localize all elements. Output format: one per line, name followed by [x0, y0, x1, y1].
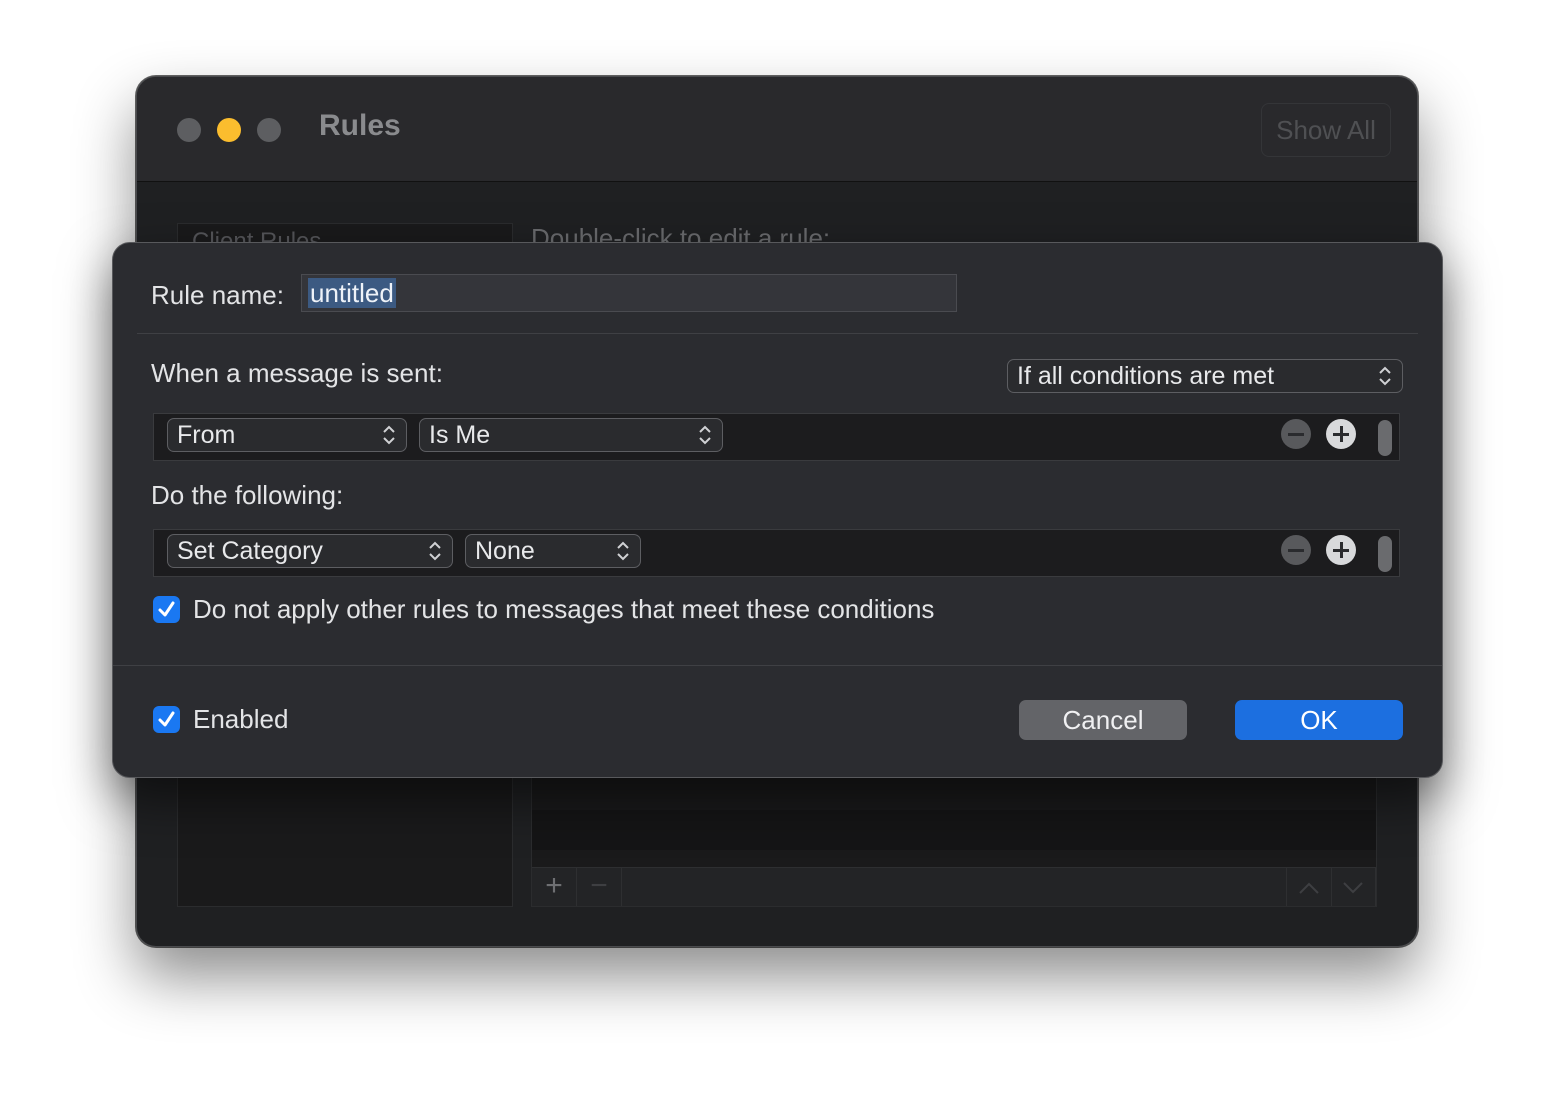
condition-operator-value: Is Me [429, 421, 491, 449]
chevron-up-icon [1299, 882, 1319, 894]
action-row: Set Category None [153, 529, 1400, 577]
condition-field-value: From [177, 421, 236, 449]
remove-action-button[interactable] [1281, 535, 1311, 565]
add-action-button[interactable] [1326, 535, 1356, 565]
minus-icon [1288, 548, 1304, 552]
rule-name-field[interactable]: untitled [301, 274, 957, 312]
move-down-button[interactable] [1331, 868, 1376, 906]
rules-table[interactable]: + − [531, 777, 1377, 907]
add-rule-button[interactable]: + [532, 868, 577, 906]
title-bar: Rules Show All [137, 77, 1417, 182]
zoom-window-button[interactable] [257, 118, 281, 142]
chevron-down-icon [1343, 882, 1363, 894]
condition-row: From Is Me [153, 413, 1400, 461]
checkmark-icon [158, 601, 175, 617]
move-up-button[interactable] [1286, 868, 1332, 906]
actions-label: Do the following: [151, 480, 344, 510]
divider [113, 665, 1442, 666]
divider [137, 333, 1418, 334]
close-window-button[interactable] [177, 118, 201, 142]
window-title: Rules [319, 109, 401, 142]
condition-scrollbar[interactable] [1378, 420, 1392, 456]
show-all-button[interactable]: Show All [1261, 103, 1391, 157]
action-value-value: None [475, 537, 535, 565]
remove-condition-button[interactable] [1281, 419, 1311, 449]
table-row[interactable] [532, 810, 1376, 850]
condition-field-popup[interactable]: From [167, 418, 407, 452]
enabled-label: Enabled [193, 704, 289, 734]
updown-chevron-icon [383, 425, 395, 445]
condition-operator-popup[interactable]: Is Me [419, 418, 723, 452]
ok-button[interactable]: OK [1235, 700, 1403, 740]
remove-rule-button[interactable]: − [577, 868, 622, 906]
stop-rules-label: Do not apply other rules to messages tha… [193, 594, 935, 624]
match-mode-value: If all conditions are met [1017, 362, 1275, 390]
rule-name-value: untitled [308, 278, 396, 308]
checkmark-icon [158, 711, 175, 727]
minimize-window-button[interactable] [217, 118, 241, 142]
updown-chevron-icon [429, 541, 441, 561]
stop-rules-checkbox[interactable] [153, 596, 180, 623]
action-type-value: Set Category [177, 537, 323, 565]
enabled-checkbox[interactable] [153, 706, 180, 733]
add-condition-button[interactable] [1326, 419, 1356, 449]
rules-table-toolbar: + − [532, 867, 1376, 906]
updown-chevron-icon [699, 425, 711, 445]
rule-editor-sheet: Rule name: untitled When a message is se… [112, 242, 1443, 778]
rule-name-label: Rule name: [151, 280, 284, 310]
updown-chevron-icon [617, 541, 629, 561]
action-type-popup[interactable]: Set Category [167, 534, 453, 568]
cancel-button[interactable]: Cancel [1019, 700, 1187, 740]
match-mode-popup[interactable]: If all conditions are met [1007, 359, 1403, 393]
when-label: When a message is sent: [151, 358, 443, 388]
minus-icon [1288, 432, 1304, 436]
action-value-popup[interactable]: None [465, 534, 641, 568]
action-scrollbar[interactable] [1378, 536, 1392, 572]
updown-chevron-icon [1379, 366, 1391, 386]
